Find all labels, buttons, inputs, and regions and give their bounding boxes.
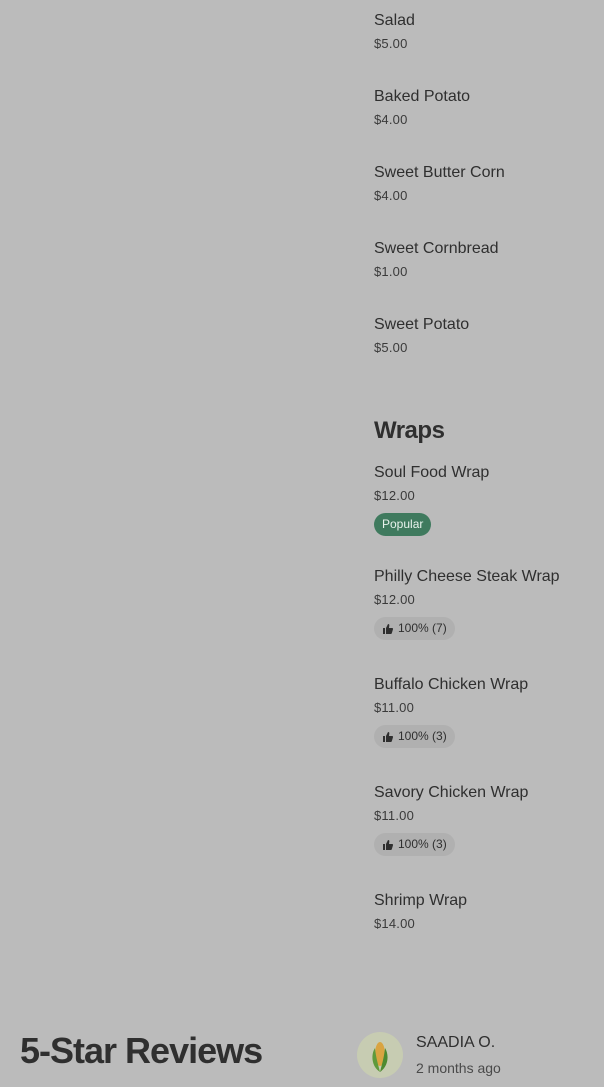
- rating-badge: 100% (3): [374, 725, 455, 748]
- thumbs-up-icon: [383, 731, 394, 742]
- item-name: Shrimp Wrap: [374, 892, 468, 909]
- thumbs-up-icon: [383, 839, 394, 850]
- item-price: $5.00: [374, 340, 408, 355]
- section-title-wraps: Wraps: [374, 417, 445, 444]
- item-price: $12.00: [374, 592, 415, 607]
- item-price: $1.00: [374, 264, 408, 279]
- reviewer-name: SAADIA O.: [416, 1034, 496, 1051]
- item-name: Buffalo Chicken Wrap: [374, 676, 529, 693]
- item-price: $11.00: [374, 700, 414, 715]
- menu-item-sweet-butter-corn[interactable]: Sweet Butter Corn $4.00: [374, 163, 602, 204]
- item-price: $12.00: [374, 488, 415, 503]
- item-price: $5.00: [374, 36, 408, 51]
- item-name: Baked Potato: [374, 88, 471, 105]
- item-price: $11.00: [374, 808, 414, 823]
- menu-item-buffalo-chicken-wrap[interactable]: Buffalo Chicken Wrap $11.00 100% (3): [374, 675, 602, 748]
- rating-badge: 100% (7): [374, 617, 455, 640]
- reviewer-avatar: [357, 1032, 403, 1078]
- popular-badge: Popular: [374, 513, 432, 536]
- menu-item-philly-cheese-steak-wrap[interactable]: Philly Cheese Steak Wrap $12.00 100% (7): [374, 567, 602, 640]
- rating-text: 100% (3): [398, 837, 447, 851]
- menu-item-soul-food-wrap[interactable]: Soul Food Wrap $12.00 Popular: [374, 463, 602, 536]
- item-name: Sweet Potato: [374, 316, 470, 333]
- menu-item-sweet-potato[interactable]: Sweet Potato $5.00: [374, 315, 602, 356]
- item-price: $4.00: [374, 188, 408, 203]
- review-timestamp: 2 months ago: [416, 1060, 501, 1076]
- corn-icon: [372, 1042, 388, 1072]
- menu-item-sweet-cornbread[interactable]: Sweet Cornbread $1.00: [374, 239, 602, 280]
- menu-item-salad[interactable]: Salad $5.00: [374, 11, 602, 52]
- item-price: $4.00: [374, 112, 408, 127]
- item-name: Sweet Butter Corn: [374, 164, 505, 181]
- item-name: Soul Food Wrap: [374, 464, 490, 481]
- reviews-title: 5-Star Reviews: [20, 1030, 263, 1071]
- thumbs-up-icon: [383, 623, 394, 634]
- item-name: Sweet Cornbread: [374, 240, 499, 257]
- menu-item-baked-potato[interactable]: Baked Potato $4.00: [374, 87, 602, 128]
- menu-item-shrimp-wrap[interactable]: Shrimp Wrap $14.00: [374, 891, 602, 932]
- rating-text: 100% (7): [398, 621, 447, 635]
- rating-badge: 100% (3): [374, 833, 455, 856]
- rating-text: 100% (3): [398, 729, 447, 743]
- item-name: Salad: [374, 12, 415, 29]
- item-price: $14.00: [374, 916, 415, 931]
- item-name: Philly Cheese Steak Wrap: [374, 568, 560, 585]
- item-name: Savory Chicken Wrap: [374, 784, 529, 801]
- menu-item-savory-chicken-wrap[interactable]: Savory Chicken Wrap $11.00 100% (3): [374, 783, 602, 856]
